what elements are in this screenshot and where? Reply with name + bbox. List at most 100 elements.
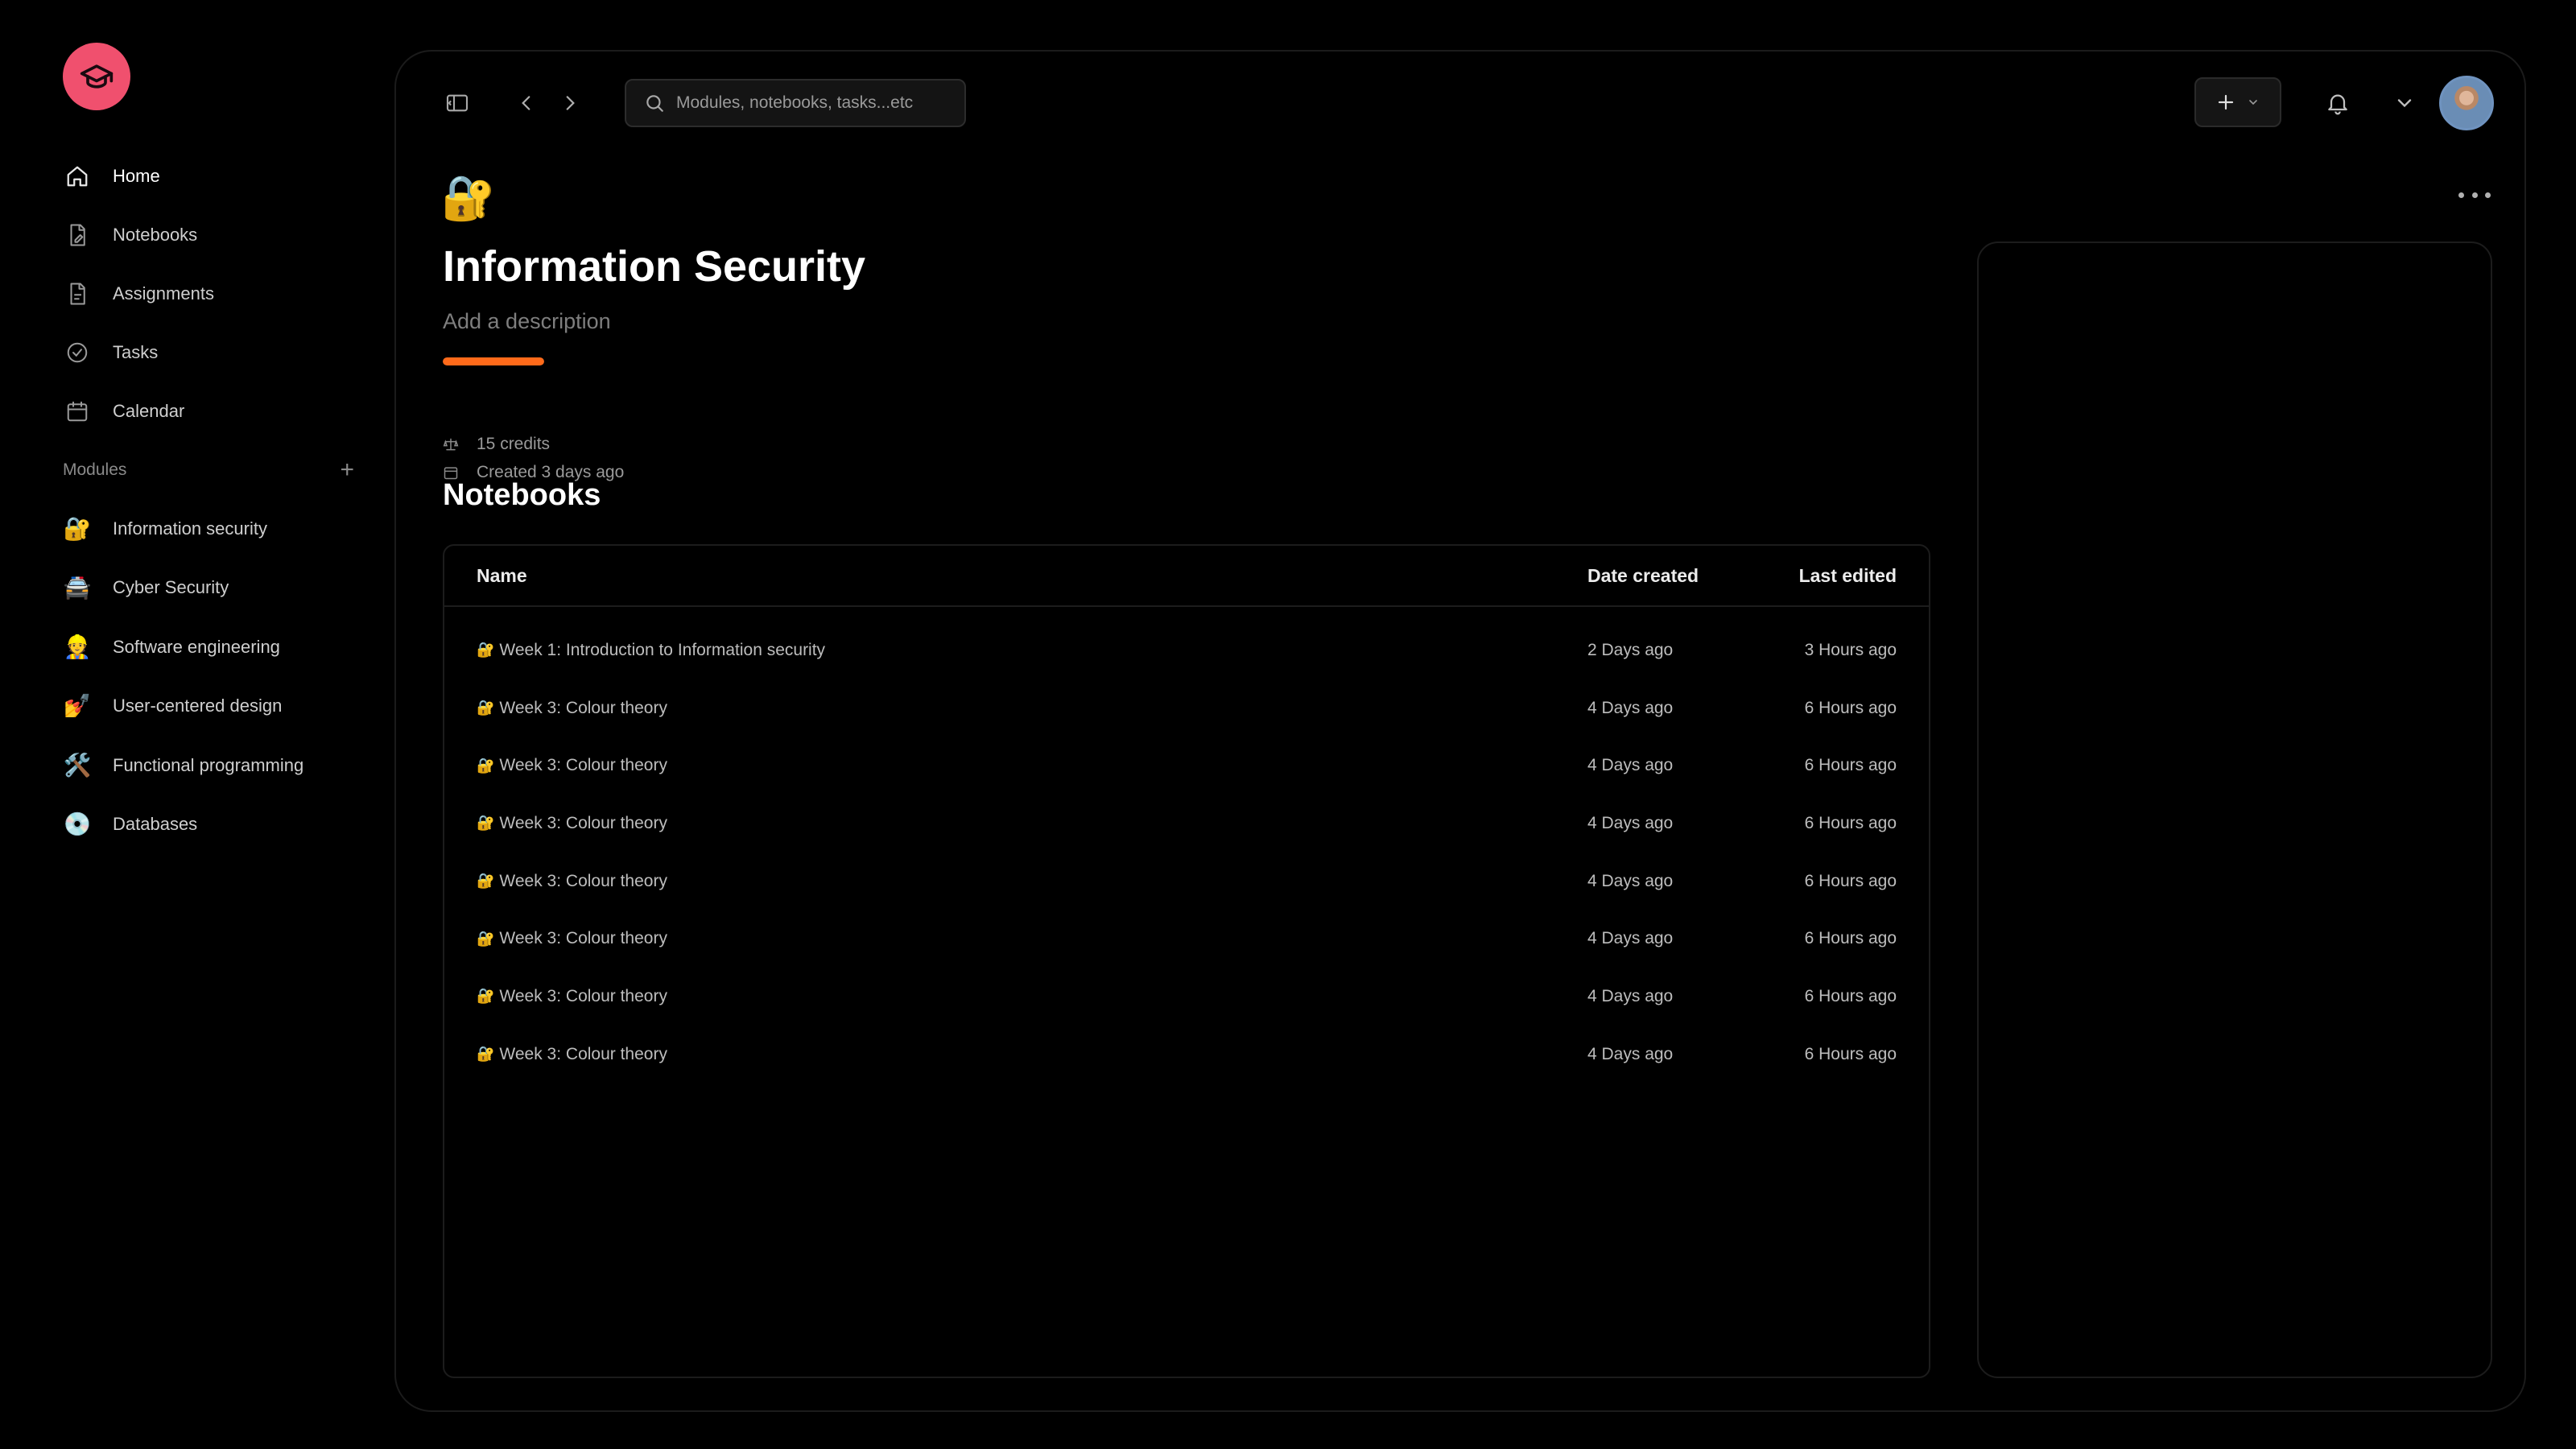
nav-item-notebooks[interactable]: Notebooks <box>63 205 369 264</box>
lock-key-icon: 🔐 <box>477 700 495 716</box>
home-icon <box>63 162 92 191</box>
nav-item-label: Calendar <box>113 400 185 421</box>
search-icon <box>646 95 663 112</box>
last-edited-cell: 6 Hours ago <box>1804 1044 1897 1063</box>
module-label: User-centered design <box>113 696 283 716</box>
nav-item-assignments[interactable]: Assignments <box>63 264 369 323</box>
module-label: Information security <box>113 518 267 539</box>
last-edited-cell: 6 Hours ago <box>1804 929 1897 948</box>
page-title[interactable]: Information Security <box>443 242 865 291</box>
plus-icon <box>2218 94 2234 110</box>
table-row[interactable]: 🔐 Week 3: Colour theory 4 Days ago 6 Hour… <box>444 910 1929 968</box>
disc-icon: 💿 <box>63 811 92 837</box>
date-created-cell: 4 Days ago <box>1587 986 1674 1005</box>
table-row[interactable]: 🔐 Week 3: Colour theory 4 Days ago 6 Hour… <box>444 1026 1929 1084</box>
nav-item-tasks[interactable]: Tasks <box>63 323 369 382</box>
column-header-last-edited[interactable]: Last edited <box>1799 565 1897 587</box>
table-header: Name Date created Last edited <box>444 546 1929 607</box>
lock-key-icon: 🔐 <box>477 988 495 1005</box>
date-created-cell: 4 Days ago <box>1587 813 1674 832</box>
lock-key-icon: 🔐 <box>477 1046 495 1063</box>
lock-key-icon: 🔐 <box>477 815 495 832</box>
table-row[interactable]: 🔐 Week 3: Colour theory 4 Days ago 6 Hour… <box>444 737 1929 795</box>
module-item-information-security[interactable]: 🔐 Information security <box>63 499 369 559</box>
date-created-cell: 4 Days ago <box>1587 1044 1674 1063</box>
tools-icon: 🛠️ <box>63 752 92 778</box>
module-item-cyber-security[interactable]: 🚔 Cyber Security <box>63 559 369 618</box>
chevron-down-icon <box>2249 100 2257 105</box>
lock-key-icon: 🔐 <box>477 873 495 890</box>
graduation-cap-icon <box>80 64 114 89</box>
last-edited-cell: 6 Hours ago <box>1804 756 1897 775</box>
sidebar-toggle-icon[interactable] <box>441 87 473 119</box>
description-field[interactable]: Add a description <box>443 309 611 334</box>
more-options-button[interactable] <box>2458 187 2491 203</box>
assignment-icon <box>63 279 92 308</box>
table-row[interactable]: 🔐 Week 3: Colour theory 4 Days ago 6 Hour… <box>444 679 1929 737</box>
date-created-cell: 2 Days ago <box>1587 640 1674 659</box>
column-header-name[interactable]: Name <box>477 565 527 587</box>
module-label: Cyber Security <box>113 577 229 598</box>
date-created-cell: 4 Days ago <box>1587 929 1674 948</box>
dot <box>2458 192 2464 198</box>
nav-item-label: Notebooks <box>113 224 198 245</box>
chevron-down-icon[interactable] <box>2391 89 2418 118</box>
page-icon[interactable]: 🔐 <box>441 172 495 224</box>
add-module-button[interactable]: + <box>340 458 354 482</box>
notebook-name: Week 3: Colour theory <box>499 986 667 1005</box>
credits-meta: 15 credits <box>443 435 550 454</box>
nav-item-label: Home <box>113 165 160 186</box>
notebook-name: Week 3: Colour theory <box>499 871 667 890</box>
module-label: Databases <box>113 814 198 835</box>
notebooks-table: Name Date created Last edited 🔐 Week 1: I… <box>443 544 1930 1378</box>
module-item-software-engineering[interactable]: 👷 Software engineering <box>63 617 369 677</box>
sidebar: Home Notebooks Assignments Tasks Calenda… <box>0 0 394 1449</box>
module-label: Functional programming <box>113 754 304 775</box>
nav-item-home[interactable]: Home <box>63 147 369 205</box>
date-created-cell: 4 Days ago <box>1587 698 1674 717</box>
construction-worker-icon: 👷 <box>63 634 92 659</box>
table-body: 🔐 Week 1: Introduction to Information sec… <box>444 607 1929 1084</box>
back-arrow-icon[interactable] <box>512 87 541 119</box>
table-row[interactable]: 🔐 Week 3: Colour theory 4 Days ago 6 Hour… <box>444 795 1929 852</box>
date-created-cell: 4 Days ago <box>1587 871 1674 890</box>
bell-icon[interactable] <box>2320 85 2355 121</box>
lock-key-icon: 🔐 <box>477 642 495 658</box>
calendar-icon <box>63 397 92 426</box>
avatar[interactable] <box>2439 76 2494 130</box>
modules-label: Modules <box>63 460 127 479</box>
last-edited-cell: 6 Hours ago <box>1804 698 1897 717</box>
lock-key-icon: 🔐 <box>477 757 495 774</box>
nav-item-label: Tasks <box>113 341 159 362</box>
lock-key-icon: 🔐 <box>63 515 92 541</box>
notebook-name: Week 3: Colour theory <box>499 813 667 832</box>
notebook-name: Week 3: Colour theory <box>499 698 667 717</box>
module-item-databases[interactable]: 💿 Databases <box>63 795 369 855</box>
last-edited-cell: 6 Hours ago <box>1804 986 1897 1005</box>
table-row[interactable]: 🔐 Week 3: Colour theory 4 Days ago 6 Hour… <box>444 968 1929 1026</box>
top-bar <box>396 52 2524 156</box>
table-row[interactable]: 🔐 Week 1: Introduction to Information sec… <box>444 621 1929 679</box>
nav-item-calendar[interactable]: Calendar <box>63 382 369 440</box>
lock-key-icon: 🔐 <box>477 930 495 947</box>
progress-bar <box>443 357 544 365</box>
notebook-name: Week 3: Colour theory <box>499 929 667 948</box>
app-logo[interactable] <box>63 43 130 110</box>
forward-arrow-icon[interactable] <box>555 87 584 119</box>
nail-polish-icon: 💅 <box>63 693 92 719</box>
table-row[interactable]: 🔐 Week 3: Colour theory 4 Days ago 6 Hour… <box>444 852 1929 910</box>
notebook-name: Week 3: Colour theory <box>499 1044 667 1063</box>
notebook-name: Week 3: Colour theory <box>499 756 667 775</box>
notebooks-section-title: Notebooks <box>443 478 601 512</box>
new-item-button[interactable] <box>2194 77 2281 127</box>
module-item-functional-programming[interactable]: 🛠️ Functional programming <box>63 736 369 795</box>
police-car-icon: 🚔 <box>63 575 92 601</box>
module-item-user-centered-design[interactable]: 💅 User-centered design <box>63 677 369 737</box>
progress-bar-fill <box>443 357 544 365</box>
notebook-name: Week 1: Introduction to Information secu… <box>499 640 826 659</box>
search-bar[interactable] <box>625 79 966 127</box>
main-panel: 🔐 Information Security Add a description… <box>394 50 2526 1412</box>
search-input[interactable] <box>676 93 950 113</box>
modules-list: 🔐 Information security 🚔 Cyber Security … <box>63 499 369 854</box>
column-header-date-created[interactable]: Date created <box>1587 565 1699 587</box>
